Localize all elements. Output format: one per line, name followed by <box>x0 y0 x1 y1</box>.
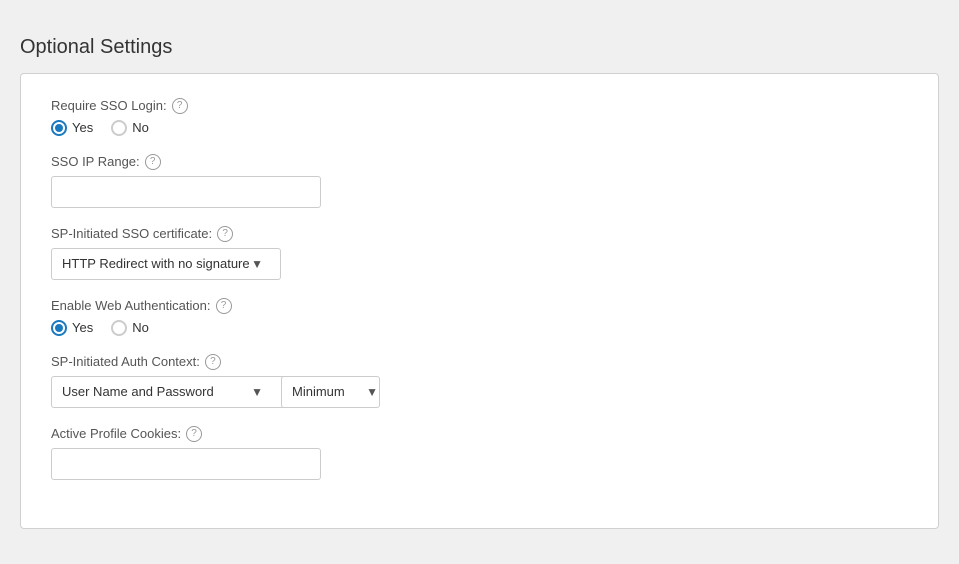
require-sso-login-yes-radio[interactable] <box>51 120 67 136</box>
enable-web-auth-help-icon[interactable]: ? <box>216 298 232 314</box>
comparison-select-wrapper: Minimum Maximum Exact Better ▼ <box>281 376 386 408</box>
require-sso-login-no-label: No <box>132 120 149 135</box>
sp-initiated-auth-context-group: SP-Initiated Auth Context: ? User Name a… <box>51 354 908 408</box>
enable-web-auth-yes-label: Yes <box>72 320 93 335</box>
sso-ip-range-input[interactable] <box>51 176 321 208</box>
enable-web-auth-yes-radio[interactable] <box>51 320 67 336</box>
enable-web-auth-no-radio[interactable] <box>111 320 127 336</box>
require-sso-login-group: Require SSO Login: ? Yes No <box>51 98 908 136</box>
sso-ip-range-help-icon[interactable]: ? <box>145 154 161 170</box>
page-title: Optional Settings <box>20 36 939 59</box>
enable-web-auth-radio-group: Yes No <box>51 320 908 336</box>
require-sso-login-yes-label: Yes <box>72 120 93 135</box>
auth-context-row: User Name and Password Kerberos TLS Clie… <box>51 376 908 408</box>
page-wrapper: Optional Settings Require SSO Login: ? Y… <box>0 26 959 539</box>
settings-panel: Require SSO Login: ? Yes No SSO IP Range… <box>20 73 939 529</box>
active-profile-cookies-label: Active Profile Cookies: ? <box>51 426 908 442</box>
sp-initiated-auth-context-help-icon[interactable]: ? <box>205 354 221 370</box>
active-profile-cookies-input[interactable] <box>51 448 321 480</box>
comparison-select[interactable]: Minimum Maximum Exact Better <box>281 376 380 408</box>
sp-initiated-sso-group: SP-Initiated SSO certificate: ? HTTP Red… <box>51 226 908 280</box>
require-sso-login-yes-option[interactable]: Yes <box>51 120 93 136</box>
require-sso-login-radio-group: Yes No <box>51 120 908 136</box>
sso-ip-range-group: SSO IP Range: ? <box>51 154 908 208</box>
auth-context-select-wrapper: User Name and Password Kerberos TLS Clie… <box>51 376 271 408</box>
enable-web-auth-no-label: No <box>132 320 149 335</box>
sso-ip-range-label: SSO IP Range: ? <box>51 154 908 170</box>
auth-context-select[interactable]: User Name and Password Kerberos TLS Clie… <box>51 376 294 408</box>
enable-web-auth-no-option[interactable]: No <box>111 320 149 336</box>
require-sso-login-help-icon[interactable]: ? <box>172 98 188 114</box>
require-sso-login-no-radio[interactable] <box>111 120 127 136</box>
enable-web-auth-group: Enable Web Authentication: ? Yes No <box>51 298 908 336</box>
active-profile-cookies-help-icon[interactable]: ? <box>186 426 202 442</box>
sp-initiated-sso-select[interactable]: HTTP Redirect with no signature HTTP POS… <box>51 248 281 280</box>
require-sso-login-label: Require SSO Login: ? <box>51 98 908 114</box>
sp-initiated-sso-label: SP-Initiated SSO certificate: ? <box>51 226 908 242</box>
enable-web-auth-yes-option[interactable]: Yes <box>51 320 93 336</box>
sp-initiated-auth-context-label: SP-Initiated Auth Context: ? <box>51 354 908 370</box>
sp-initiated-sso-help-icon[interactable]: ? <box>217 226 233 242</box>
enable-web-auth-label: Enable Web Authentication: ? <box>51 298 908 314</box>
active-profile-cookies-group: Active Profile Cookies: ? <box>51 426 908 480</box>
require-sso-login-no-option[interactable]: No <box>111 120 149 136</box>
sp-initiated-sso-select-wrapper: HTTP Redirect with no signature HTTP POS… <box>51 248 271 280</box>
